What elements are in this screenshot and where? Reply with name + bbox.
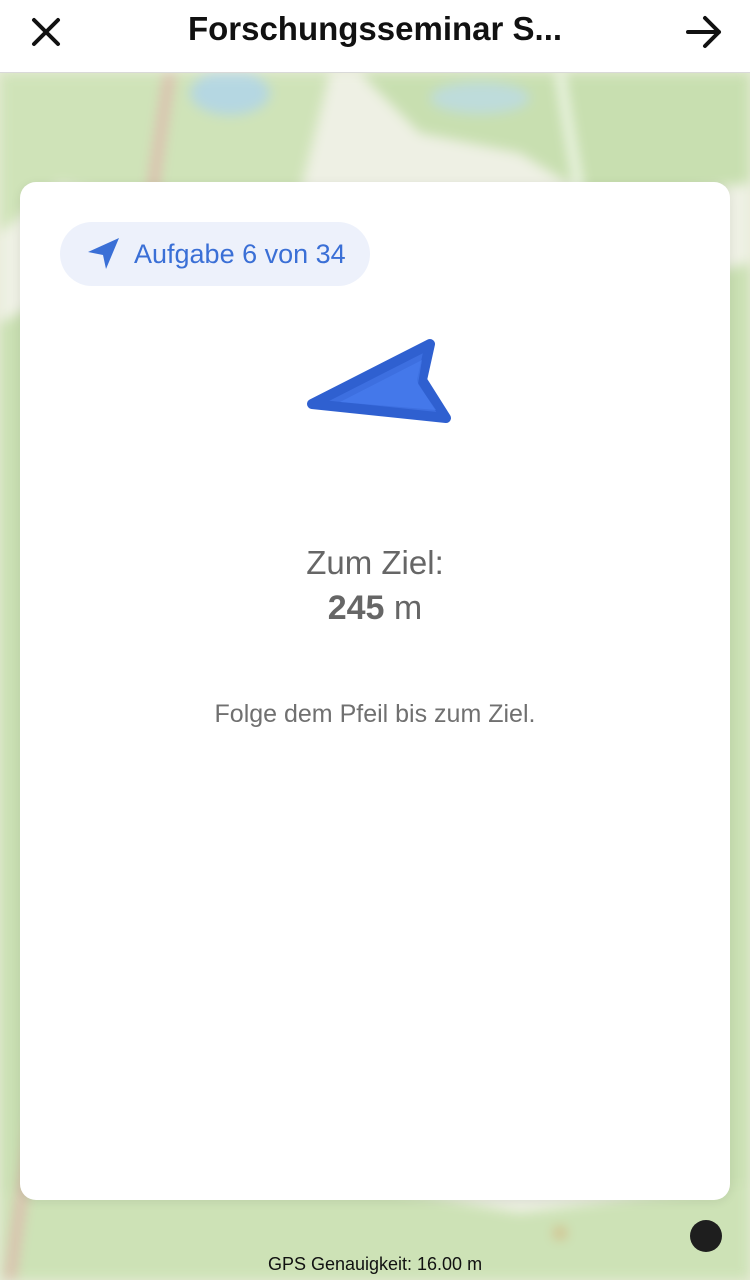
distance-unit: m xyxy=(393,589,423,627)
next-button[interactable] xyxy=(678,6,730,58)
direction-arrow-icon xyxy=(307,339,451,423)
instruction-text: Folge dem Pfeil bis zum Ziel. xyxy=(214,700,536,728)
distance-value: 245 m xyxy=(20,589,730,628)
app-header: Forschungsseminar S... xyxy=(0,0,750,73)
task-progress-badge: Aufgabe 6 von 34 xyxy=(60,222,370,286)
gps-accuracy-status: GPS Genauigkeit: 16.00 m xyxy=(267,1254,483,1274)
close-button[interactable] xyxy=(20,6,72,58)
page-title: Forschungsseminar S... xyxy=(187,10,563,47)
arrow-right-icon xyxy=(686,16,721,48)
screen: Forschungsseminar S... Aufgabe 6 von 34 … xyxy=(0,0,750,1280)
close-icon xyxy=(32,18,60,46)
distance-label: Zum Ziel: xyxy=(306,544,444,581)
distance-number: 245 xyxy=(327,589,385,627)
location-marker[interactable] xyxy=(690,1220,722,1252)
navigation-arrow-icon xyxy=(88,238,119,269)
task-card: Aufgabe 6 von 34 Zum Ziel: 245 m Folge d… xyxy=(20,182,730,1200)
task-progress-label: Aufgabe 6 von 34 xyxy=(134,238,346,269)
